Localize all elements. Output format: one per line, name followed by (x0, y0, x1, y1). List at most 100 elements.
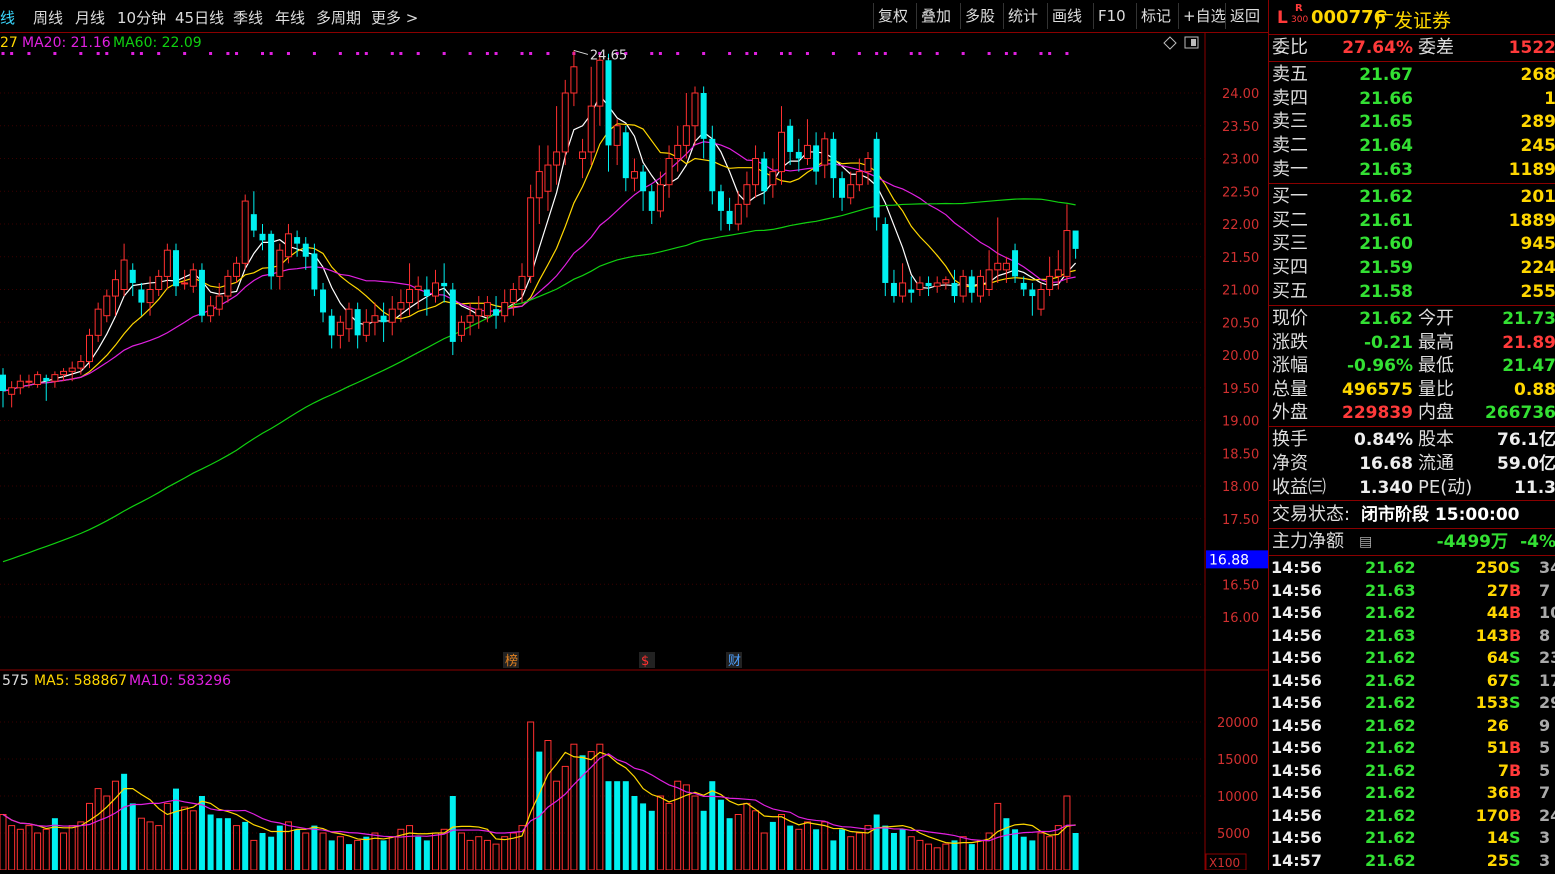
volume-bar-up (571, 744, 577, 870)
kline-chart[interactable]: 24.65 24.0023.5023.0022.5022.0021.5021.0… (0, 33, 1268, 870)
tick-price: 21.62 (1365, 692, 1416, 714)
candle-body-down (199, 270, 205, 316)
tick-row: 14:5721.6225S3 (1269, 850, 1555, 873)
main-flow-icon: ▤ (1359, 530, 1372, 554)
signal-dot (339, 52, 342, 55)
period-tab-1[interactable]: 周线 (33, 7, 63, 28)
toolbar-button-6[interactable]: 标记 (1136, 3, 1175, 29)
sell-level-2: 卖二21.64245 (1269, 134, 1555, 158)
volume-bar-up (484, 840, 490, 870)
toolbar-button-2[interactable]: 多股 (960, 3, 999, 29)
sell-volume: 1189 (1509, 158, 1555, 182)
sell-level-4: 卖四21.661 (1269, 87, 1555, 111)
candle-body-up (1047, 276, 1053, 289)
period-tab-6[interactable]: 年线 (275, 7, 305, 28)
buy-price: 21.60 (1359, 232, 1413, 256)
toolbar-button-8[interactable]: 返回 (1225, 3, 1264, 29)
period-tab-5[interactable]: 季线 (233, 7, 263, 28)
period-tab-0[interactable]: 线 (0, 7, 15, 28)
candle-body-up (753, 159, 759, 185)
chart-svg[interactable]: 24.65 24.0023.5023.0022.5022.0021.5021.0… (0, 33, 1268, 870)
tick-side: B (1509, 737, 1521, 759)
period-tab-7[interactable]: 多周期 (316, 7, 361, 28)
tick-count: 17 (1539, 670, 1555, 692)
candle-body-down (701, 93, 707, 139)
buy-label: 买四 (1272, 256, 1308, 280)
period-tab-3[interactable]: 10分钟 (117, 7, 166, 28)
vol-legend-prefix: 575 (2, 673, 29, 689)
candle-body-up (415, 286, 421, 289)
tick-count: 24 (1539, 805, 1555, 827)
ma60-legend: MA60: 22.09 (113, 35, 202, 51)
signal-dot (745, 52, 748, 55)
volume-bar-up (856, 833, 862, 870)
quote-value: -0.21 (1364, 331, 1413, 355)
candle-body-down (926, 283, 932, 286)
tick-count: 34 (1539, 557, 1555, 579)
candle-body-up (61, 371, 67, 374)
period-tab-8[interactable]: 更多 > (371, 7, 418, 28)
buy-price: 21.58 (1359, 280, 1413, 304)
candle-body-up (147, 290, 153, 303)
candle-body-up (389, 309, 395, 322)
fundamental-label: 收益㈢ (1272, 476, 1326, 500)
tick-row: 14:5621.62269 (1269, 715, 1555, 738)
tick-price: 21.62 (1365, 782, 1416, 804)
volume-bar-down (216, 818, 222, 870)
toolbar-button-1[interactable]: 叠加 (916, 3, 955, 29)
price-tick-label: 21.00 (1222, 284, 1259, 299)
tick-count: 23 (1539, 647, 1555, 669)
signal-dot (226, 52, 229, 55)
period-tab-4[interactable]: 45日线 (175, 7, 224, 28)
volume-bar-down (225, 818, 231, 870)
tick-time: 14:56 (1271, 715, 1322, 737)
candle-body-down (260, 234, 266, 241)
tick-time: 14:56 (1271, 760, 1322, 782)
volume-bar-up (597, 744, 603, 870)
sell-price: 21.67 (1359, 63, 1413, 87)
volume-bar-down (839, 829, 845, 870)
volume-bar-down (718, 800, 724, 870)
candle-body-up (78, 362, 84, 369)
candle-body-up (285, 234, 291, 257)
volume-bar-up (190, 811, 196, 870)
volume-bar-down (640, 803, 646, 870)
period-tab-2[interactable]: 月线 (75, 7, 105, 28)
candle-body-down (355, 309, 361, 335)
signal-dot (546, 52, 549, 55)
signal-dot (356, 52, 359, 55)
tick-time: 14:56 (1271, 737, 1322, 759)
sell-volume: 268 (1521, 63, 1555, 87)
volume-bar-down (268, 837, 274, 870)
volume-bar-up (17, 829, 23, 870)
signal-dot (261, 52, 264, 55)
toolbar-button-4[interactable]: 画线 (1047, 3, 1086, 29)
signal-dot (832, 52, 835, 55)
volume-bar-up (796, 829, 802, 870)
toolbar-button-3[interactable]: 统计 (1003, 3, 1042, 29)
candle-body-down (1012, 250, 1018, 276)
tick-price: 21.62 (1365, 602, 1416, 624)
volume-unit-label: X100 (1209, 856, 1240, 870)
candle-body-up (69, 368, 75, 371)
tick-time: 14:56 (1271, 805, 1322, 827)
candle-body-up (52, 375, 58, 382)
candle-body-down (649, 191, 655, 211)
quote-label-2: 量比 (1418, 378, 1454, 402)
ma20-legend: MA20: 21.16 (22, 35, 111, 51)
candle-body-up (95, 309, 101, 335)
tick-price: 21.62 (1365, 827, 1416, 849)
candle-body-up (1003, 263, 1009, 270)
tick-time: 14:56 (1271, 670, 1322, 692)
toolbar-button-7[interactable]: +自选 (1178, 3, 1230, 29)
diamond-icon (1164, 37, 1176, 49)
toolbar-button-0[interactable]: 复权 (873, 3, 912, 29)
volume-bar-up (666, 803, 672, 870)
toolbar-button-5[interactable]: F10 (1093, 3, 1130, 29)
sell-level-3: 卖三21.65289 (1269, 110, 1555, 134)
price-tick-label: 18.00 (1222, 480, 1259, 495)
tick-volume: 36 (1487, 782, 1509, 804)
tick-count: 8 (1539, 625, 1550, 647)
signal-dot (313, 52, 316, 55)
trade-status-value: 闭市阶段 15:00:00 (1361, 503, 1520, 527)
